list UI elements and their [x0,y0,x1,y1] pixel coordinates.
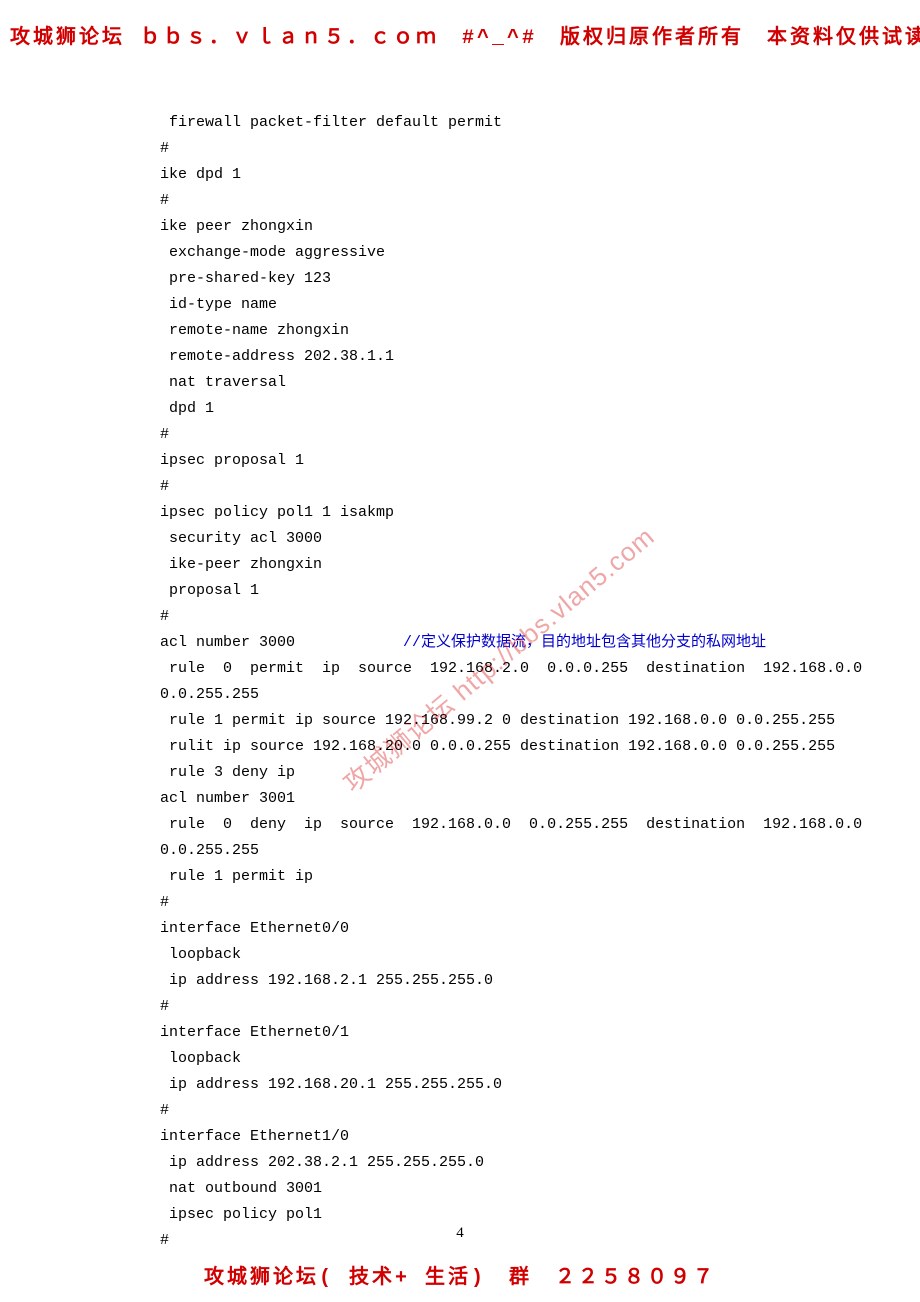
code-line: rule 0 deny ip source 192.168.0.0 0.0.25… [160,812,800,838]
code-line: exchange-mode aggressive [160,240,800,266]
code-line: rule 1 permit ip source 192.168.99.2 0 d… [160,708,800,734]
footer-watermark: 攻城狮论坛( 技术+ 生活) 群 ２２５８０９７ [0,1260,920,1290]
code-line: rule 0 permit ip source 192.168.2.0 0.0.… [160,656,800,682]
code-line: # [160,188,800,214]
code-line: rulit ip source 192.168.20.0 0.0.0.255 d… [160,734,800,760]
code-line: # [160,994,800,1020]
code-line: pre-shared-key 123 [160,266,800,292]
code-line: ip address 202.38.2.1 255.255.255.0 [160,1150,800,1176]
code-line: ipsec proposal 1 [160,448,800,474]
code-line: interface Ethernet1/0 [160,1124,800,1150]
code-line: nat traversal [160,370,800,396]
code-line: interface Ethernet0/0 [160,916,800,942]
code-line: id-type name [160,292,800,318]
code-line: # [160,136,800,162]
code-line: rule 3 deny ip [160,760,800,786]
code-line: acl number 3000 //定义保护数据流，目的地址包含其他分支的私网地… [160,630,800,656]
code-line: rule 1 permit ip [160,864,800,890]
code-line: firewall packet-filter default permit [160,110,800,136]
code-line: ike-peer zhongxin [160,552,800,578]
code-line: ike dpd 1 [160,162,800,188]
code-line: nat outbound 3001 [160,1176,800,1202]
code-line: remote-name zhongxin [160,318,800,344]
code-line: ip address 192.168.2.1 255.255.255.0 [160,968,800,994]
code-line: loopback [160,942,800,968]
code-line: loopback [160,1046,800,1072]
code-line: # [160,890,800,916]
code-line: security acl 3000 [160,526,800,552]
page-number: 4 [0,1225,920,1242]
document-content: firewall packet-filter default permit # … [160,110,800,1254]
code-line: ip address 192.168.20.1 255.255.255.0 [160,1072,800,1098]
code-line: interface Ethernet0/1 [160,1020,800,1046]
code-line: remote-address 202.38.1.1 [160,344,800,370]
code-line: # [160,604,800,630]
code-line: proposal 1 [160,578,800,604]
code-line: ipsec policy pol1 1 isakmp [160,500,800,526]
code-line: # [160,1098,800,1124]
code-line: # [160,422,800,448]
code-line: dpd 1 [160,396,800,422]
code-line: # [160,474,800,500]
header-watermark: 攻城狮论坛 ｂｂｓ．ｖｌａｎ５．ｃｏｍ #^_^# 版权归原作者所有 本资料仅供… [0,20,920,50]
acl-comment: //定义保护数据流，目的地址包含其他分支的私网地址 [403,634,766,651]
code-line: 0.0.255.255 [160,682,800,708]
code-line: acl number 3001 [160,786,800,812]
acl-prefix: acl number 3000 [160,634,403,651]
code-line: ike peer zhongxin [160,214,800,240]
code-line: 0.0.255.255 [160,838,800,864]
